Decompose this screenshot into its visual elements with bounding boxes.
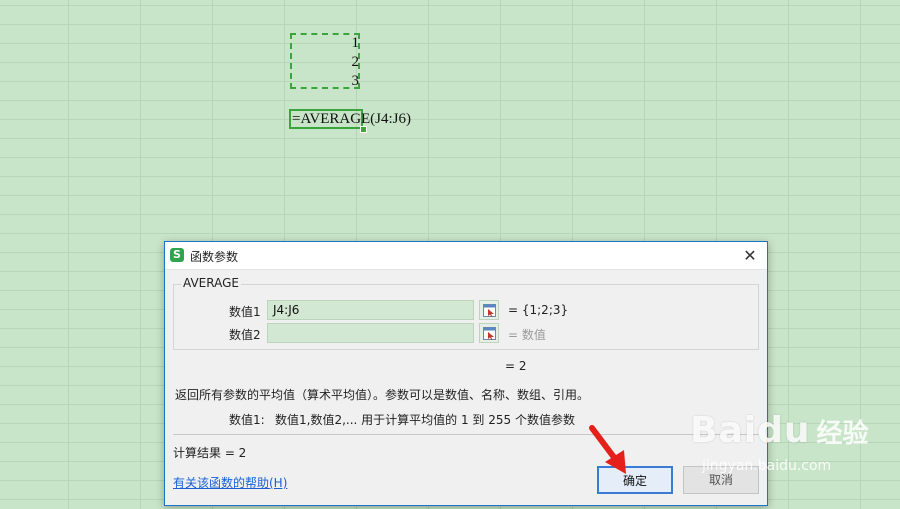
arg1-result: = {1;2;3} — [508, 303, 569, 317]
watermark-brand: 经验 — [816, 419, 869, 449]
dialog-title: 函数参数 — [190, 250, 239, 264]
function-description: 返回所有参数的平均值（算术平均值）。参数可以是数值、名称、数组、引用。 — [175, 388, 590, 402]
cell-range-j4-j6[interactable]: 1 2 3 — [291, 34, 361, 91]
watermark-logo: Baidu — [690, 410, 811, 451]
arg1-input[interactable]: J4:J6 — [267, 300, 474, 320]
baidu-watermark: Baidu 经验 jingyan.baidu.com — [690, 410, 869, 474]
wps-sheet-app-icon: S — [170, 248, 184, 262]
arg2-input[interactable] — [267, 323, 474, 343]
fill-handle[interactable] — [360, 126, 367, 133]
arg-description-label: 数值1: — [229, 413, 265, 427]
help-link[interactable]: 有关该函数的帮助(H) — [173, 474, 287, 491]
arg1-range-select-icon[interactable] — [479, 300, 499, 320]
watermark-url: jingyan.baidu.com — [702, 458, 832, 474]
arg1-label: 数值1 — [229, 305, 261, 319]
function-name: AVERAGE — [181, 276, 241, 290]
arg-description-text: 数值1,数值2,... 用于计算平均值的 1 到 255 个数值参数 — [275, 413, 575, 427]
arg2-range-select-icon[interactable] — [479, 323, 499, 343]
cell-j5[interactable]: 2 — [291, 53, 361, 72]
active-cell-formula: =AVERAGE(J4:J6) — [292, 111, 412, 127]
cell-j6[interactable]: 3 — [291, 72, 361, 91]
calculation-result: 计算结果 = 2 — [173, 446, 247, 460]
divider — [173, 434, 759, 435]
dialog-titlebar[interactable]: S 函数参数 ✕ — [165, 242, 767, 270]
function-result: = 2 — [505, 359, 527, 373]
arg2-result: = 数值 — [508, 328, 546, 342]
cell-j4[interactable]: 1 — [291, 34, 361, 53]
function-arguments-dialog: S 函数参数 ✕ AVERAGE 数值1 J4:J6 = {1;2;3} 数值2… — [164, 241, 768, 506]
arg2-label: 数值2 — [229, 328, 261, 342]
close-icon[interactable]: ✕ — [735, 242, 765, 269]
red-arrow-icon — [589, 425, 626, 474]
